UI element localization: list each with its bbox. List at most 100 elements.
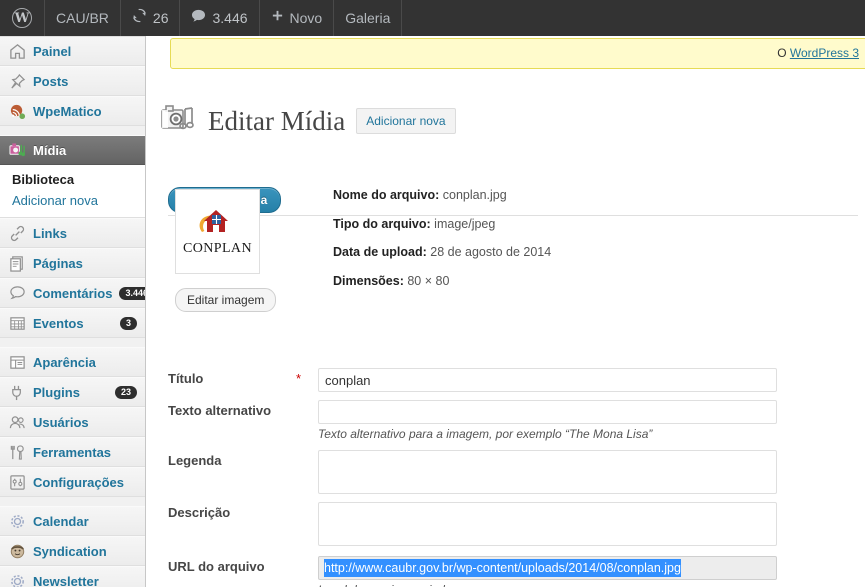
sidebar-item-label: Posts bbox=[33, 73, 69, 89]
sidebar-item-usuarios[interactable]: Usuários bbox=[0, 407, 145, 437]
sidebar-item-paginas[interactable]: Páginas bbox=[0, 248, 145, 278]
sidebar-item-ferramentas[interactable]: Ferramentas bbox=[0, 437, 145, 467]
field-row-alt-text: Texto alternativo Texto alternativo para… bbox=[168, 400, 858, 441]
admin-sidebar: Painel Posts WpeMatico Mídia Biblioteca Adici… bbox=[0, 36, 146, 587]
sidebar-item-label: Usuários bbox=[33, 414, 89, 430]
submenu-item-biblioteca[interactable]: Biblioteca bbox=[12, 169, 145, 190]
sidebar-item-comentarios[interactable]: Comentários 3.446 bbox=[0, 278, 145, 308]
admin-bar: W CAU/BR 26 3.446 Novo Galeria bbox=[0, 0, 865, 36]
notice-link[interactable]: WordPress 3 bbox=[790, 46, 859, 60]
caption-textarea[interactable] bbox=[318, 450, 777, 494]
sidebar-item-label: WpeMatico bbox=[33, 103, 102, 119]
media-icon bbox=[161, 104, 197, 138]
update-notice: O WordPress 3 bbox=[170, 38, 865, 69]
sidebar-item-label: Links bbox=[33, 225, 67, 241]
new-content-menu[interactable]: Novo bbox=[260, 0, 335, 36]
site-name-menu[interactable]: CAU/BR bbox=[45, 0, 121, 36]
title-input[interactable] bbox=[318, 368, 777, 392]
caption-label: Legenda bbox=[168, 453, 222, 468]
gear-icon bbox=[8, 572, 26, 587]
notice-prefix: O bbox=[777, 46, 790, 60]
file-metadata: Nome do arquivo: conplan.jpg Tipo do arqu… bbox=[333, 189, 551, 303]
gallery-menu[interactable]: Galeria bbox=[334, 0, 403, 36]
gear-icon bbox=[8, 512, 26, 530]
sidebar-item-label: Syndication bbox=[33, 543, 107, 559]
metadata-value: 80 × 80 bbox=[407, 273, 450, 288]
page-title: Editar Mídia bbox=[208, 105, 346, 136]
comments-menu[interactable]: 3.446 bbox=[180, 0, 260, 36]
sidebar-item-label: Plugins bbox=[33, 384, 80, 400]
calendar-grid-icon bbox=[8, 314, 26, 332]
sidebar-item-syndication[interactable]: Syndication bbox=[0, 536, 145, 566]
sidebar-badge: 23 bbox=[114, 385, 137, 399]
plug-icon bbox=[8, 383, 26, 401]
site-name-label: CAU/BR bbox=[56, 10, 109, 26]
metadata-row: Tipo do arquivo: image/jpeg bbox=[333, 216, 551, 231]
sidebar-item-label: Eventos bbox=[33, 315, 84, 331]
media-submenu: Biblioteca Adicionar nova bbox=[0, 165, 145, 218]
field-row-caption: Legenda bbox=[168, 450, 858, 497]
alt-text-help: Texto alternativo para a imagem, por exe… bbox=[318, 427, 653, 441]
title-label: Título bbox=[168, 371, 204, 386]
metadata-value: image/jpeg bbox=[434, 216, 496, 231]
sidebar-badge: 3.446 bbox=[119, 286, 145, 300]
metadata-row: Data de upload: 28 de agosto de 2014 bbox=[333, 246, 551, 259]
sidebar-item-aparencia[interactable]: Aparência bbox=[0, 347, 145, 377]
metadata-label: Data de upload: bbox=[333, 245, 427, 259]
comment-icon bbox=[8, 284, 26, 302]
sidebar-item-label: Newsletter bbox=[33, 573, 99, 587]
sidebar-item-calendar[interactable]: Calendar bbox=[0, 506, 145, 536]
file-url-spacer bbox=[296, 556, 318, 587]
new-content-label: Novo bbox=[289, 10, 323, 26]
link-icon bbox=[8, 224, 26, 242]
metadata-value: 28 de agosto de 2014 bbox=[430, 245, 552, 259]
sidebar-item-midia[interactable]: Mídia bbox=[0, 135, 145, 165]
sidebar-item-label: Ferramentas bbox=[33, 444, 112, 460]
sidebar-badge: 3 bbox=[119, 316, 137, 330]
comment-bubble-icon bbox=[191, 0, 206, 36]
main-content: O WordPress 3 Editar Mídia Adicionar nov… bbox=[147, 36, 865, 587]
sidebar-item-wpematico[interactable]: WpeMatico bbox=[0, 96, 145, 126]
edit-image-button[interactable]: Editar imagem bbox=[175, 288, 277, 312]
sidebar-item-label: Painel bbox=[33, 43, 72, 59]
pin-icon bbox=[8, 72, 26, 90]
updates-menu[interactable]: 26 bbox=[121, 0, 181, 36]
metadata-label: Dimensões: bbox=[333, 273, 404, 288]
sidebar-item-label: Páginas bbox=[33, 255, 83, 271]
file-url-help: Local do arquivo enviado. bbox=[318, 583, 858, 587]
add-new-button[interactable]: Adicionar nova bbox=[356, 107, 456, 135]
alt-text-spacer bbox=[296, 400, 318, 441]
submenu-item-adicionar-nova[interactable]: Adicionar nova bbox=[12, 190, 145, 211]
sidebar-item-label: Configurações bbox=[33, 474, 125, 490]
metadata-value: conplan.jpg bbox=[442, 188, 507, 202]
sidebar-item-configuracoes[interactable]: Configurações bbox=[0, 467, 145, 497]
sidebar-item-label: Calendar bbox=[33, 513, 89, 529]
menu-separator bbox=[0, 338, 145, 347]
sidebar-item-posts[interactable]: Posts bbox=[0, 66, 145, 96]
sidebar-item-links[interactable]: Links bbox=[0, 218, 145, 248]
metadata-row: Nome do arquivo: conplan.jpg bbox=[333, 189, 551, 202]
sidebar-item-eventos[interactable]: Eventos 3 bbox=[0, 308, 145, 338]
conplan-logo-icon bbox=[192, 206, 244, 240]
plus-icon bbox=[271, 0, 284, 36]
wp-logo-menu[interactable]: W bbox=[0, 0, 45, 36]
field-row-title: Título * bbox=[168, 368, 858, 392]
gallery-label: Galeria bbox=[345, 10, 391, 26]
alt-text-input[interactable] bbox=[318, 400, 777, 424]
field-row-description: Descrição bbox=[168, 502, 858, 549]
updates-count: 26 bbox=[152, 10, 169, 26]
rss-icon bbox=[8, 102, 26, 120]
active-menu-arrow bbox=[145, 136, 146, 166]
required-asterisk: * bbox=[296, 371, 302, 386]
sidebar-item-newsletter[interactable]: Newsletter bbox=[0, 566, 145, 587]
description-textarea[interactable] bbox=[318, 502, 777, 546]
sidebar-item-painel[interactable]: Painel bbox=[0, 36, 145, 66]
media-icon bbox=[8, 141, 26, 159]
sidebar-item-plugins[interactable]: Plugins 23 bbox=[0, 377, 145, 407]
media-thumbnail: CONPLAN bbox=[175, 189, 260, 274]
sidebar-item-label: Comentários bbox=[33, 285, 113, 301]
description-label: Descrição bbox=[168, 505, 231, 520]
file-url-input[interactable]: http://www.caubr.gov.br/wp-content/uploa… bbox=[318, 556, 777, 580]
